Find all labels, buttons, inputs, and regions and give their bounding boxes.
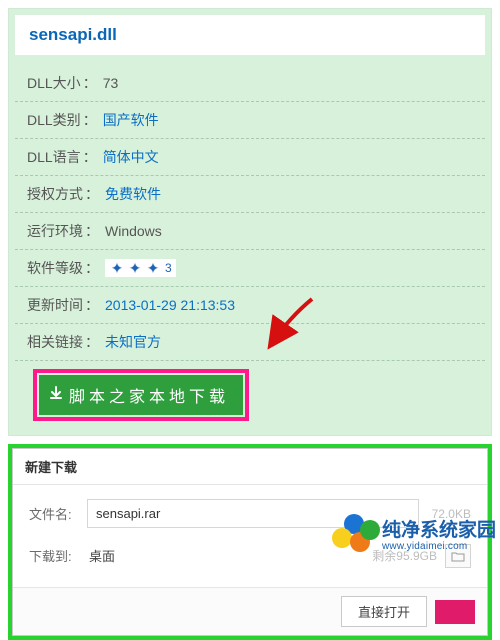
value-size: 73 xyxy=(103,75,119,91)
row-language: DLL语言 ： 简体中文 xyxy=(15,139,485,176)
value-language[interactable]: 简体中文 xyxy=(103,147,159,167)
open-directly-button[interactable]: 直接打开 xyxy=(341,596,427,627)
watermark-url: www.yidaimei.com xyxy=(382,541,496,552)
annotation-mask xyxy=(435,600,475,624)
label-rating: 软件等级 xyxy=(27,258,83,278)
label-category: DLL类别 xyxy=(27,110,81,130)
label-environment: 运行环境 xyxy=(27,221,83,241)
value-category[interactable]: 国产软件 xyxy=(103,110,159,130)
info-card: sensapi.dll DLL大小 ： 73 DLL类别 ： 国产软件 DLL语… xyxy=(8,8,492,436)
row-environment: 运行环境 ： Windows xyxy=(15,213,485,250)
sep: ： xyxy=(85,184,99,204)
download-button-highlight: 脚本之家本地下载 xyxy=(33,369,249,421)
value-environment: Windows xyxy=(105,223,162,239)
sep: ： xyxy=(85,221,99,241)
sep: ： xyxy=(85,258,99,278)
download-button-label: 脚本之家本地下载 xyxy=(69,383,229,407)
row-license: 授权方式 ： 免费软件 xyxy=(15,176,485,213)
star-icon: ✦ xyxy=(109,260,125,276)
value-link[interactable]: 未知官方 xyxy=(105,332,161,352)
info-list: DLL大小 ： 73 DLL类别 ： 国产软件 DLL语言 ： 简体中文 授权方… xyxy=(9,61,491,425)
value-license[interactable]: 免费软件 xyxy=(105,184,161,204)
row-size: DLL大小 ： 73 xyxy=(15,65,485,102)
watermark-logo-icon xyxy=(332,516,378,556)
value-update: 2013-01-29 21:13:53 xyxy=(105,297,235,313)
sep: ： xyxy=(83,110,97,130)
watermark-text-group: 纯净系统家园 www.yidaimei.com xyxy=(382,521,496,552)
sep: ： xyxy=(83,73,97,93)
dialog-footer: 直接打开 xyxy=(13,587,487,635)
label-update: 更新时间 xyxy=(27,295,83,315)
watermark: 纯净系统家园 www.yidaimei.com xyxy=(332,516,496,556)
row-related-link: 相关链接 ： 未知官方 xyxy=(15,324,485,361)
download-arrow-icon xyxy=(49,386,63,405)
rating-stars: ✦ ✦ ✦ 3 xyxy=(105,259,176,277)
label-filename: 文件名: xyxy=(29,504,81,523)
dialog-title: 新建下载 xyxy=(13,449,487,485)
file-title: sensapi.dll xyxy=(15,15,485,55)
label-size: DLL大小 xyxy=(27,73,81,93)
sep: ： xyxy=(85,332,99,352)
watermark-name: 纯净系统家园 xyxy=(382,521,496,541)
label-link: 相关链接 xyxy=(27,332,83,352)
destination-value[interactable]: 桌面 xyxy=(81,542,372,569)
rating-count: 3 xyxy=(165,261,172,275)
star-icon: ✦ xyxy=(145,260,161,276)
sep: ： xyxy=(85,295,99,315)
sep: ： xyxy=(83,147,97,167)
label-destination: 下载到: xyxy=(29,546,81,565)
label-license: 授权方式 xyxy=(27,184,83,204)
download-button[interactable]: 脚本之家本地下载 xyxy=(39,375,243,415)
row-update-time: 更新时间 ： 2013-01-29 21:13:53 xyxy=(15,287,485,324)
star-icon: ✦ xyxy=(127,260,143,276)
row-rating: 软件等级 ： ✦ ✦ ✦ 3 xyxy=(15,250,485,287)
label-language: DLL语言 xyxy=(27,147,81,167)
row-category: DLL类别 ： 国产软件 xyxy=(15,102,485,139)
